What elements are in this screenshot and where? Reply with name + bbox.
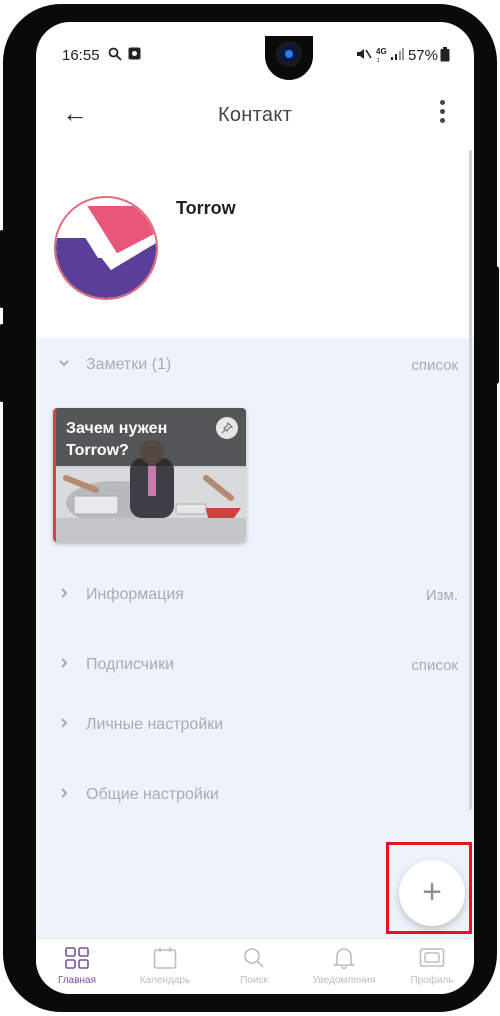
power-button: [493, 266, 499, 384]
chevron-right-icon: [58, 786, 70, 802]
tab-home[interactable]: Главная: [37, 945, 117, 993]
screen: 16:55 4G ↕ 57% ← Контакт Torrow Заметки …: [36, 22, 474, 994]
tab-label: Главная: [57, 975, 97, 986]
pin-icon[interactable]: [216, 417, 238, 439]
section-label: Информация: [86, 586, 184, 603]
add-button[interactable]: +: [399, 860, 465, 926]
section-label: Заметки (1): [86, 356, 172, 373]
grid-icon: [37, 945, 117, 971]
calendar-icon: [125, 945, 205, 971]
section-subscribers[interactable]: Подписчики список: [36, 646, 474, 686]
section-action-link[interactable]: список: [411, 357, 458, 374]
section-label: Подписчики: [86, 656, 175, 673]
more-vert-icon[interactable]: [432, 100, 452, 130]
scrollbar[interactable]: [469, 150, 472, 810]
chevron-right-icon: [58, 716, 70, 732]
section-notes[interactable]: Заметки (1) список: [36, 346, 474, 386]
section-label: Личные настройки: [86, 716, 224, 733]
note-card[interactable]: Зачем нужен Torrow?: [53, 408, 246, 542]
torrow-logo: [56, 198, 156, 298]
bottom-nav: Главная Календарь Поиск Уведомления Проф…: [36, 938, 474, 994]
battery-percent: 57%: [407, 47, 438, 64]
section-action-link[interactable]: Изм.: [426, 587, 458, 604]
camera-lens: [279, 44, 299, 64]
chevron-down-icon: [58, 356, 70, 372]
app-bar: ← Контакт: [36, 84, 474, 146]
tab-label: Календарь: [139, 975, 191, 986]
tab-profile[interactable]: Профиль: [392, 945, 472, 993]
section-info[interactable]: Информация Изм.: [36, 576, 474, 616]
phone-frame: 16:55 4G ↕ 57% ← Контакт Torrow Заметки …: [0, 4, 499, 1012]
section-personal-settings[interactable]: Личные настройки: [36, 706, 474, 746]
search-icon: [108, 47, 122, 64]
contact-name: Torrow: [176, 198, 236, 218]
section-action-link[interactable]: список: [411, 657, 458, 674]
page-title: Контакт: [217, 104, 293, 126]
bell-icon: [304, 945, 384, 971]
status-bar: 16:55 4G ↕ 57%: [36, 22, 474, 84]
tab-label: Поиск: [240, 975, 268, 986]
status-time: 16:55: [62, 47, 100, 64]
volume-button: [0, 230, 5, 308]
contact-header: Torrow: [36, 146, 474, 338]
tab-label: Уведомления: [312, 975, 376, 986]
note-title: Зачем нужен Torrow?: [66, 420, 168, 459]
tab-calendar[interactable]: Календарь: [125, 945, 205, 993]
search-icon: [214, 945, 294, 971]
avatar: [54, 196, 158, 300]
chevron-right-icon: [58, 656, 70, 672]
tab-search[interactable]: Поиск: [214, 945, 294, 993]
section-label: Общие настройки: [86, 786, 219, 803]
profile-card-icon: [392, 945, 472, 971]
section-general-settings[interactable]: Общие настройки: [36, 776, 474, 816]
chevron-right-icon: [58, 586, 70, 602]
battery-icon: [440, 47, 450, 65]
tab-label: Профиль: [410, 975, 454, 986]
mute-icon: [356, 47, 372, 64]
camera-icon: [128, 47, 141, 63]
tab-notifications[interactable]: Уведомления: [304, 945, 384, 993]
4g-icon: 4G ↕: [376, 47, 387, 64]
volume-button-2: [0, 324, 5, 402]
signal-icon: [390, 47, 404, 64]
